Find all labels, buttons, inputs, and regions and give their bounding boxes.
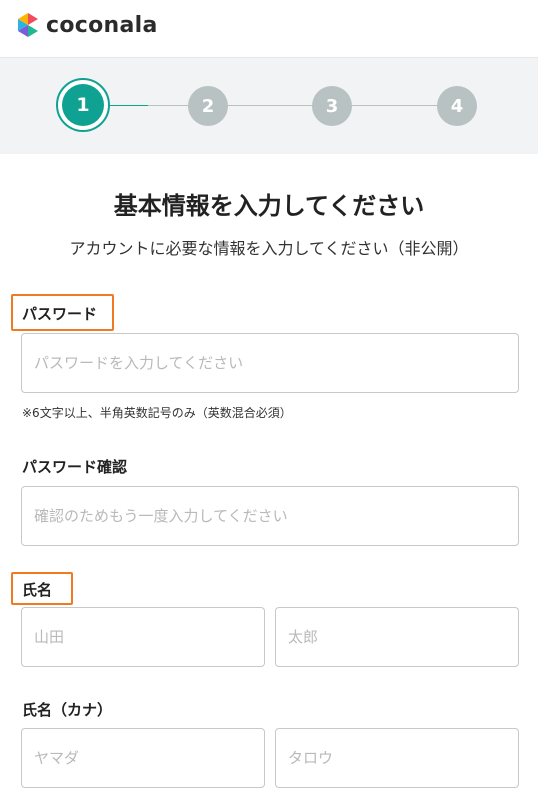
last-name-kana-input[interactable] — [21, 728, 265, 788]
password-confirm-input[interactable] — [21, 486, 519, 546]
last-name-input[interactable] — [21, 607, 265, 667]
step-3: 3 — [312, 86, 352, 126]
step-connector — [110, 105, 148, 106]
name-label: 氏名 — [22, 581, 53, 599]
password-input[interactable] — [21, 333, 519, 393]
logo[interactable]: coconala — [16, 12, 158, 39]
first-name-kana-input[interactable] — [275, 728, 519, 788]
name-kana-label: 氏名（カナ） — [22, 701, 113, 719]
page-subtitle: アカウントに必要な情報を入力してください（非公開） — [69, 239, 469, 258]
step-1: 1 — [56, 78, 110, 132]
logo-text: coconala — [46, 13, 158, 38]
first-name-input[interactable] — [275, 607, 519, 667]
coconala-logo-icon — [18, 13, 38, 37]
step-4: 4 — [437, 86, 477, 126]
password-confirm-label: パスワード確認 — [22, 458, 128, 476]
page-title: 基本情報を入力してください — [113, 192, 425, 220]
password-hint: ※6文字以上、半角英数記号のみ（英数混合必須） — [22, 406, 292, 420]
header: coconala — [0, 0, 538, 58]
step-2: 2 — [188, 86, 228, 126]
password-label: パスワード — [22, 305, 98, 323]
step-number: 1 — [62, 84, 104, 126]
